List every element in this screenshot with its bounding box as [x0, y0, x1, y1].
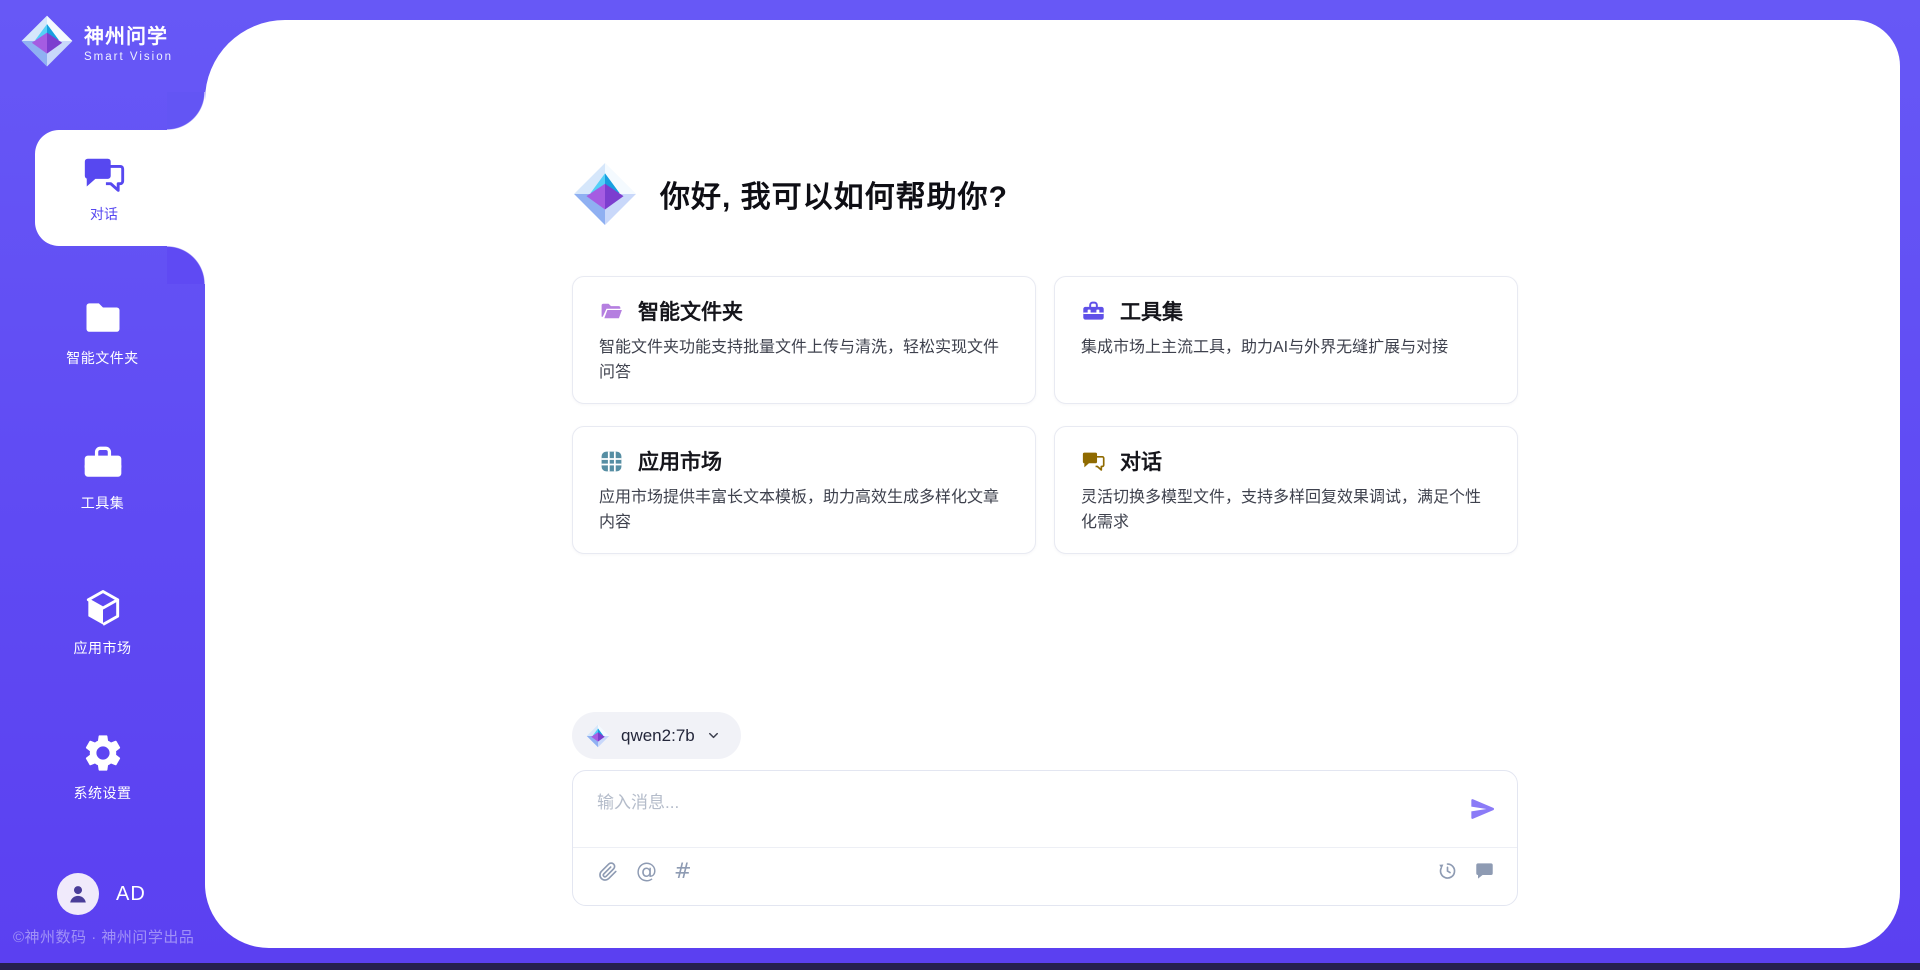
card-description: 灵活切换多模型文件，支持多样回复效果调试，满足个性化需求 — [1081, 485, 1491, 536]
card-title: 智能文件夹 — [638, 296, 743, 326]
avatar — [57, 873, 99, 915]
chat-icon — [1081, 449, 1106, 474]
history-icon[interactable] — [1437, 860, 1458, 881]
card-chat[interactable]: 对话 灵活切换多模型文件，支持多样回复效果调试，满足个性化需求 — [1054, 426, 1518, 554]
folder-open-icon — [599, 299, 624, 324]
chat-bubble-icon[interactable] — [1474, 860, 1495, 881]
card-app-market[interactable]: 应用市场 应用市场提供丰富长文本模板，助力高效生成多样化文章内容 — [572, 426, 1036, 554]
mention-icon[interactable]: @ — [636, 860, 657, 882]
chat-icon — [81, 152, 127, 198]
cube-icon — [81, 586, 125, 630]
card-description: 集成市场上主流工具，助力AI与外界无缝扩展与对接 — [1081, 335, 1491, 360]
brand: 神州问学 Smart Vision — [20, 14, 173, 68]
user-name: AD — [116, 883, 146, 906]
bottom-edge-strip — [0, 963, 1920, 970]
card-smart-folder[interactable]: 智能文件夹 智能文件夹功能支持批量文件上传与清洗，轻松实现文件问答 — [572, 276, 1036, 404]
sidebar-item-label: 工具集 — [81, 493, 125, 513]
model-gem-icon — [586, 724, 610, 748]
sidebar-item-label: 应用市场 — [74, 638, 132, 658]
sidebar-item-settings[interactable]: 系统设置 — [0, 721, 205, 813]
gear-icon — [81, 731, 125, 775]
greeting: 你好, 我可以如何帮助你? — [572, 161, 1008, 227]
tab-curve-bottom — [167, 246, 205, 284]
card-toolkit[interactable]: 工具集 集成市场上主流工具，助力AI与外界无缝扩展与对接 — [1054, 276, 1518, 404]
model-selector[interactable]: qwen2:7b — [572, 712, 741, 759]
sidebar-item-toolkit[interactable]: 工具集 — [0, 431, 205, 523]
person-icon — [65, 881, 91, 907]
sidebar-item-chat[interactable]: 对话 — [35, 130, 207, 246]
greeting-gem-icon — [572, 161, 638, 227]
card-title: 工具集 — [1120, 296, 1183, 326]
user-profile[interactable]: AD — [57, 873, 146, 915]
sidebar: 神州问学 Smart Vision 对话 智能文件夹 工具集 应用市场 系统设置… — [0, 0, 205, 970]
tab-curve-top — [167, 92, 205, 130]
model-name: qwen2:7b — [621, 726, 695, 746]
composer-divider — [573, 847, 1517, 848]
folder-icon — [81, 296, 125, 340]
paperclip-icon[interactable] — [597, 860, 619, 882]
card-title: 对话 — [1120, 446, 1162, 476]
brand-tagline: Smart Vision — [84, 51, 173, 63]
toolbox-icon — [1081, 299, 1106, 324]
sidebar-item-label: 系统设置 — [74, 783, 132, 803]
message-composer: @ # — [572, 770, 1518, 906]
copyright-footer: ©神州数码 · 神州问学出品 — [13, 926, 194, 947]
hashtag-icon[interactable]: # — [674, 860, 692, 882]
toolbox-icon — [81, 441, 125, 485]
card-title: 应用市场 — [638, 446, 722, 476]
sidebar-item-label: 对话 — [90, 204, 118, 224]
sidebar-item-smart-folder[interactable]: 智能文件夹 — [0, 286, 205, 378]
card-description: 智能文件夹功能支持批量文件上传与清洗，轻松实现文件问答 — [599, 335, 1009, 386]
greeting-text: 你好, 我可以如何帮助你? — [660, 172, 1008, 216]
message-input[interactable] — [597, 788, 1437, 838]
send-icon[interactable] — [1469, 795, 1497, 823]
sidebar-item-label: 智能文件夹 — [66, 348, 139, 368]
sidebar-item-app-market[interactable]: 应用市场 — [0, 576, 205, 668]
card-description: 应用市场提供丰富长文本模板，助力高效生成多样化文章内容 — [599, 485, 1009, 536]
main-content: 你好, 我可以如何帮助你? 智能文件夹 智能文件夹功能支持批量文件上传与清洗，轻… — [205, 20, 1900, 948]
chevron-down-icon — [706, 728, 721, 743]
grid-icon — [599, 449, 624, 474]
brand-name: 神州问学 — [84, 20, 173, 49]
shortcut-cards: 智能文件夹 智能文件夹功能支持批量文件上传与清洗，轻松实现文件问答 工具集 集成… — [572, 276, 1518, 554]
brand-logo-gem-icon — [20, 14, 74, 68]
